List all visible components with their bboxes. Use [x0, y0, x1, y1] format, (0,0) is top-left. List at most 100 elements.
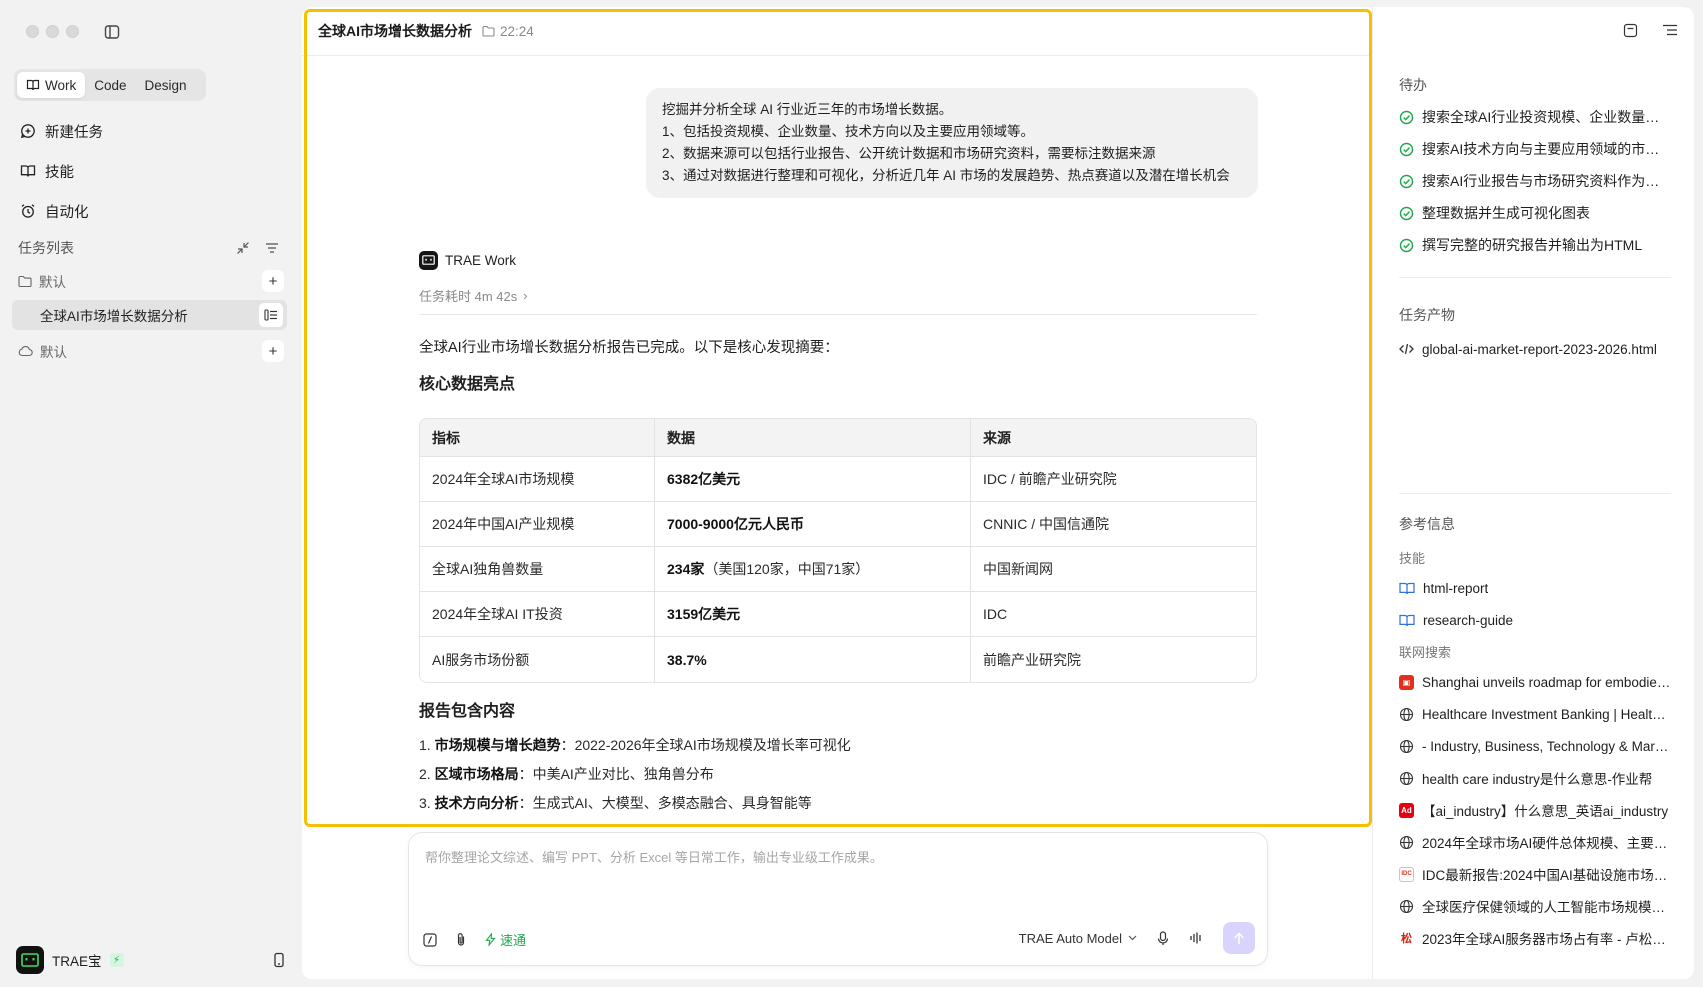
web-result-item[interactable]: ▣ Shanghai unveils roadmap for embodied … — [1399, 666, 1671, 698]
artifacts-title: 任务产物 — [1399, 307, 1455, 323]
highlights-heading: 核心数据亮点 — [419, 376, 516, 393]
tab-design[interactable]: Design — [136, 72, 196, 98]
report-heading: 报告包含内容 — [419, 703, 516, 720]
todo-item[interactable]: 整理数据并生成可视化图表 — [1399, 197, 1671, 229]
code-icon — [1399, 343, 1414, 355]
task-list-icon[interactable] — [259, 303, 283, 327]
trae-logo-icon — [419, 250, 438, 270]
site-favicon-icon: IDC — [1399, 866, 1414, 882]
web-result-item[interactable]: 全球医疗保健领域的人工智能市场规模、份额 — [1399, 890, 1671, 922]
new-task-icon — [20, 124, 35, 139]
folder-icon — [482, 25, 495, 37]
sidebar: Work Code Design 新建任务 技能 自动化 任务列表 默认 + 全… — [0, 0, 300, 987]
agent-header: TRAE Work — [419, 250, 1257, 270]
filter-icon[interactable] — [264, 241, 280, 255]
nav-new-task[interactable]: 新建任务 — [20, 117, 103, 145]
todo-title: 待办 — [1399, 77, 1427, 93]
speed-mode-button[interactable]: 速通 — [485, 930, 526, 949]
table-header-row: 指标 数据 来源 — [420, 419, 1256, 457]
artifact-file[interactable]: global-ai-market-report-2023-2026.html — [1399, 333, 1671, 365]
nav-new-task-label: 新建任务 — [45, 124, 103, 141]
web-result-title: 2023年全球AI服务器市场占有率 - 卢松松博客 — [1422, 932, 1671, 947]
voice-wave-icon[interactable] — [1189, 931, 1203, 945]
nav-skills-label: 技能 — [45, 164, 74, 181]
minimize-window-button[interactable] — [46, 25, 59, 38]
close-window-button[interactable] — [26, 25, 39, 38]
outline-list-icon[interactable] — [1662, 23, 1678, 37]
metric-cell: 2024年全球AI IT投资 — [420, 592, 654, 637]
model-label: TRAE Auto Model — [1018, 930, 1122, 946]
web-search-subtitle: 联网搜索 — [1399, 644, 1452, 660]
add-task-button[interactable]: + — [262, 270, 284, 292]
task-item-active[interactable]: 全球AI市场增长数据分析 — [12, 300, 287, 330]
web-result-item[interactable]: Ad 【ai_industry】什么意思_英语ai_industry — [1399, 794, 1671, 826]
value-cell: 6382亿美元 — [654, 457, 970, 502]
chat-title-bar: 全球AI市场增长数据分析 22:24 — [318, 21, 534, 41]
web-result-item[interactable]: health care industry是什么意思-作业帮 — [1399, 762, 1671, 794]
folder-icon — [18, 275, 32, 287]
slash-command-icon[interactable] — [423, 932, 437, 947]
task-group-default[interactable]: 默认 + — [18, 268, 284, 294]
task-duration-toggle[interactable]: 任务耗时 4m 42s › — [419, 286, 1257, 305]
model-selector[interactable]: TRAE Auto Model — [1019, 931, 1137, 946]
reference-title: 参考信息 — [1399, 516, 1455, 532]
panel-view-icon[interactable] — [1623, 23, 1638, 38]
task-item-label: 全球AI市场增长数据分析 — [40, 309, 188, 324]
web-result-item[interactable]: IDC IDC最新报告:2024中国AI基础设施市场规模 — [1399, 858, 1671, 890]
add-task-button[interactable]: + — [262, 340, 284, 362]
list-item: 1. 市场规模与增长趋势：2022-2026年全球AI市场规模及增长率可视化 — [419, 737, 851, 753]
avatar[interactable] — [16, 946, 44, 974]
skill-item[interactable]: research-guide — [1399, 604, 1671, 636]
table-row: AI服务市场份额 38.7% 前瞻产业研究院 — [420, 637, 1256, 682]
user-box: TRAE宝 ⚡ — [16, 945, 286, 975]
web-result-title: Healthcare Investment Banking | Healthca… — [1422, 706, 1671, 722]
check-circle-icon — [1399, 142, 1414, 156]
task-duration: 任务耗时 4m 42s — [419, 289, 518, 304]
bolt-icon — [485, 933, 496, 946]
web-result-item[interactable]: - Industry, Business, Technology & Marke… — [1399, 730, 1671, 762]
artifact-name: global-ai-market-report-2023-2026.html — [1422, 341, 1657, 357]
source-cell: IDC — [970, 592, 1256, 637]
page-title: 全球AI市场增长数据分析 — [318, 23, 472, 39]
message-composer[interactable]: 帮你整理论文综述、编写 PPT、分析 Excel 等日常工作，输出专业级工作成果… — [408, 832, 1268, 966]
collapse-icon[interactable] — [236, 241, 250, 255]
globe-icon — [1399, 707, 1414, 721]
metric-cell: AI服务市场份额 — [432, 651, 530, 668]
artifacts-section: 任务产物 global-ai-market-report-2023-2026.h… — [1399, 305, 1671, 365]
check-circle-icon — [1399, 206, 1414, 220]
todo-item[interactable]: 搜索全球AI行业投资规模、企业数量和市场规模数据 — [1399, 101, 1671, 133]
tab-work[interactable]: Work — [17, 72, 86, 98]
tab-code[interactable]: Code — [85, 72, 135, 98]
send-button[interactable] — [1223, 922, 1255, 954]
todo-item[interactable]: 搜索AI技术方向与主要应用领域的市场数据 — [1399, 133, 1671, 165]
todo-label: 搜索AI技术方向与主要应用领域的市场数据 — [1422, 141, 1671, 157]
todo-item[interactable]: 搜索AI行业报告与市场研究资料作为数据来源 — [1399, 165, 1671, 197]
site-favicon-icon: Ad — [1399, 802, 1414, 818]
paperclip-icon[interactable] — [455, 932, 467, 947]
phone-icon[interactable] — [272, 952, 286, 968]
column-header: 指标 — [420, 419, 654, 457]
skill-item[interactable]: html-report — [1399, 572, 1671, 604]
chevron-right-icon: › — [523, 288, 528, 303]
check-circle-icon — [1399, 238, 1414, 252]
nav-skills[interactable]: 技能 — [20, 157, 74, 185]
microphone-icon[interactable] — [1157, 930, 1169, 946]
todo-item[interactable]: 撰写完整的研究报告并输出为HTML — [1399, 229, 1671, 261]
sidebar-toggle-icon[interactable] — [103, 23, 121, 41]
task-group-cloud[interactable]: 默认 + — [18, 338, 284, 364]
value-cell: 3159亿美元 — [654, 592, 970, 637]
web-result-item[interactable]: 松 2023年全球AI服务器市场占有率 - 卢松松博客 — [1399, 922, 1671, 954]
web-result-title: 【ai_industry】什么意思_英语ai_industry — [1422, 804, 1669, 819]
composer-input[interactable]: 帮你整理论文综述、编写 PPT、分析 Excel 等日常工作，输出专业级工作成果… — [425, 847, 883, 866]
check-circle-icon — [1399, 174, 1414, 188]
column-header: 数据 — [654, 419, 970, 457]
maximize-window-button[interactable] — [66, 25, 79, 38]
value-cell: 234家（美国120家，中国71家） — [654, 547, 970, 592]
bolt-icon: ⚡ — [109, 953, 124, 967]
nav-automation[interactable]: 自动化 — [20, 197, 89, 225]
task-group-label: 默认 — [40, 345, 67, 360]
divider — [419, 314, 1257, 315]
web-result-item[interactable]: Healthcare Investment Banking | Healthca… — [1399, 698, 1671, 730]
web-result-item[interactable]: 2024年全球市场AI硬件总体规模、主要生产商 — [1399, 826, 1671, 858]
user-name: TRAE宝 — [52, 954, 102, 969]
